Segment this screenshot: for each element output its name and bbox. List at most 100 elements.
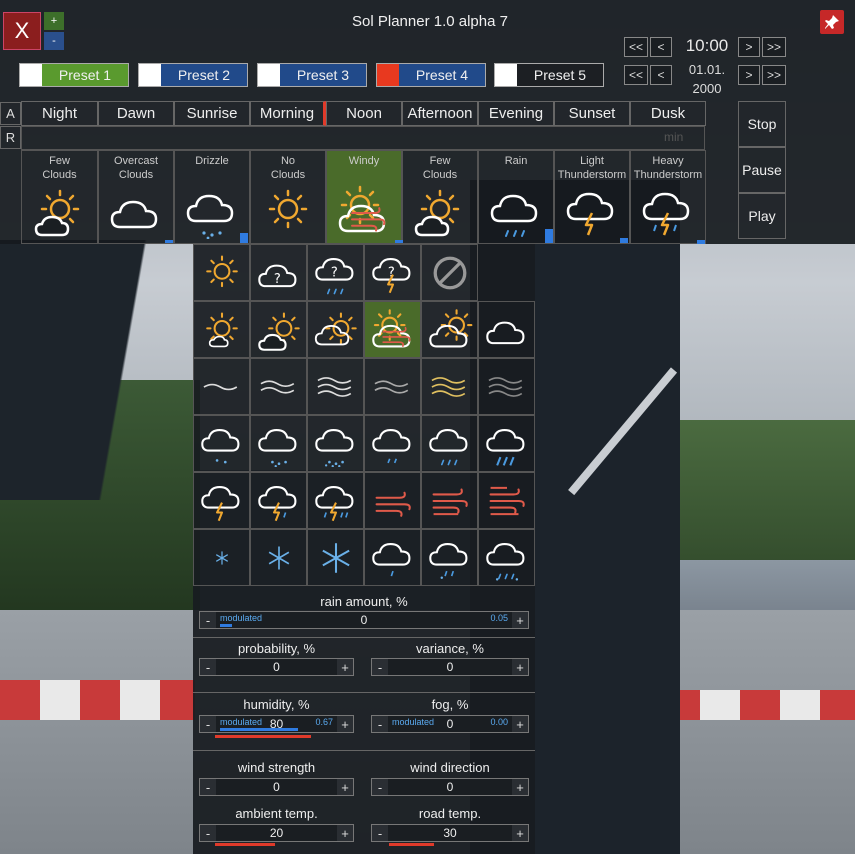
road-temp-value[interactable]: 30 xyxy=(388,825,512,841)
wind-strength-minus[interactable]: - xyxy=(200,779,216,795)
tile-snow[interactable] xyxy=(250,529,307,586)
road-temp-plus[interactable]: + xyxy=(512,825,528,841)
preset-4-button[interactable]: Preset 4 xyxy=(376,63,486,87)
tile-hurricane[interactable] xyxy=(421,472,478,529)
tile-smoke[interactable] xyxy=(364,358,421,415)
tile-dust[interactable] xyxy=(478,358,535,415)
road-temp-minus[interactable]: - xyxy=(372,825,388,841)
play-button[interactable]: Play xyxy=(738,193,786,239)
weather-card-noon[interactable]: Windy xyxy=(326,150,402,244)
ambient-temp-slider[interactable]: - 20 + xyxy=(199,824,354,842)
preset-1-button[interactable]: Preset 1 xyxy=(19,63,129,87)
phase-afternoon[interactable]: Afternoon xyxy=(402,101,478,126)
tile-heavy-sleet[interactable] xyxy=(478,529,535,586)
close-button[interactable]: X xyxy=(3,12,41,50)
tile-few-clouds[interactable] xyxy=(250,301,307,358)
tile-heavy-snow[interactable] xyxy=(307,529,364,586)
probability-minus[interactable]: - xyxy=(200,659,216,675)
tile-drizzle[interactable] xyxy=(250,415,307,472)
tile-thunderstorm[interactable] xyxy=(250,472,307,529)
fog-slider[interactable]: - modulated 0 0.00 + xyxy=(371,715,529,733)
time-forward-button[interactable]: > xyxy=(738,37,760,57)
phase-sunset[interactable]: Sunset xyxy=(554,101,630,126)
tile-unknown-storm[interactable]: ? xyxy=(364,244,421,301)
wind-direction-value[interactable]: 0 xyxy=(388,779,512,795)
variance-slider[interactable]: - 0 + xyxy=(371,658,529,676)
wind-direction-minus[interactable]: - xyxy=(372,779,388,795)
window-plus-button[interactable]: + xyxy=(44,12,64,30)
weather-card-sunset[interactable]: Light Thunderstorm xyxy=(554,150,630,244)
tile-broken[interactable] xyxy=(421,301,478,358)
tile-tornado[interactable] xyxy=(478,472,535,529)
tile-clear[interactable] xyxy=(193,244,250,301)
road-temp-slider[interactable]: - 30 + xyxy=(371,824,529,842)
preset-5-button[interactable]: Preset 5 xyxy=(494,63,604,87)
variance-plus[interactable]: + xyxy=(512,659,528,675)
tile-unknown-cloud[interactable]: ? xyxy=(250,244,307,301)
time-rewind-button[interactable]: << xyxy=(624,37,648,57)
weather-card-morning[interactable]: No Clouds xyxy=(250,150,326,244)
tile-windy[interactable] xyxy=(364,301,421,358)
probability-plus[interactable]: + xyxy=(337,659,353,675)
tile-heavy-drizzle[interactable] xyxy=(307,415,364,472)
tile-rain[interactable] xyxy=(421,415,478,472)
wind-direction-slider[interactable]: - 0 + xyxy=(371,778,529,796)
weather-card-night[interactable]: Few Clouds xyxy=(21,150,98,244)
weather-card-sunrise[interactable]: Drizzle xyxy=(174,150,250,244)
ambient-temp-plus[interactable]: + xyxy=(337,825,353,841)
humidity-slider[interactable]: - modulated 80 0.67 + xyxy=(199,715,354,733)
tile-light-sleet[interactable] xyxy=(364,529,421,586)
time-fast-button[interactable]: >> xyxy=(762,37,786,57)
preset-2-button[interactable]: Preset 2 xyxy=(138,63,248,87)
tile-sleet[interactable] xyxy=(421,529,478,586)
phase-night[interactable]: Night xyxy=(21,101,98,126)
variance-value[interactable]: 0 xyxy=(388,659,512,675)
tile-light-thunderstorm[interactable] xyxy=(193,472,250,529)
wind-direction-plus[interactable]: + xyxy=(512,779,528,795)
tile-mist[interactable] xyxy=(193,358,250,415)
tile-heavy-fog[interactable] xyxy=(307,358,364,415)
date-fast-button[interactable]: >> xyxy=(762,65,786,85)
probability-value[interactable]: 0 xyxy=(216,659,337,675)
fog-minus[interactable]: - xyxy=(372,716,388,732)
preset-3-button[interactable]: Preset 3 xyxy=(257,63,367,87)
tile-mostly-sunny[interactable] xyxy=(193,301,250,358)
phase-dusk[interactable]: Dusk xyxy=(630,101,706,126)
phase-dawn[interactable]: Dawn xyxy=(98,101,174,126)
window-minus-button[interactable]: - xyxy=(44,32,64,50)
pin-icon[interactable] xyxy=(820,10,844,34)
tile-light-snow[interactable] xyxy=(193,529,250,586)
ambient-temp-minus[interactable]: - xyxy=(200,825,216,841)
weather-card-dawn[interactable]: Overcast Clouds xyxy=(98,150,174,244)
tile-none[interactable] xyxy=(421,244,478,301)
fog-plus[interactable]: + xyxy=(512,716,528,732)
humidity-minus[interactable]: - xyxy=(200,716,216,732)
rain-amount-plus[interactable]: + xyxy=(512,612,528,628)
fog-value[interactable]: modulated 0 0.00 xyxy=(388,716,512,732)
time-back-button[interactable]: < xyxy=(650,37,672,57)
humidity-plus[interactable]: + xyxy=(337,716,353,732)
variance-minus[interactable]: - xyxy=(372,659,388,675)
tile-light-rain[interactable] xyxy=(364,415,421,472)
pause-button[interactable]: Pause xyxy=(738,147,786,193)
wind-strength-slider[interactable]: - 0 + xyxy=(199,778,354,796)
rain-amount-minus[interactable]: - xyxy=(200,612,216,628)
tile-scattered[interactable] xyxy=(307,301,364,358)
weather-card-afternoon[interactable]: Few Clouds xyxy=(402,150,478,244)
probability-slider[interactable]: - 0 + xyxy=(199,658,354,676)
r-row-track[interactable] xyxy=(21,126,705,150)
rain-amount-value[interactable]: modulated 0 0.05 xyxy=(216,612,512,628)
phase-evening[interactable]: Evening xyxy=(478,101,554,126)
wind-strength-plus[interactable]: + xyxy=(337,779,353,795)
date-forward-button[interactable]: > xyxy=(738,65,760,85)
tile-light-drizzle[interactable] xyxy=(193,415,250,472)
phase-morning[interactable]: Morning xyxy=(250,101,326,126)
ambient-temp-value[interactable]: 20 xyxy=(216,825,337,841)
weather-card-evening[interactable]: Rain xyxy=(478,150,554,244)
date-rewind-button[interactable]: << xyxy=(624,65,648,85)
weather-card-dusk[interactable]: Heavy Thunderstorm xyxy=(630,150,706,244)
tile-squalls[interactable] xyxy=(364,472,421,529)
phase-noon[interactable]: Noon xyxy=(326,101,402,126)
stop-button[interactable]: Stop xyxy=(738,101,786,147)
tile-unknown-rain[interactable]: ? xyxy=(307,244,364,301)
